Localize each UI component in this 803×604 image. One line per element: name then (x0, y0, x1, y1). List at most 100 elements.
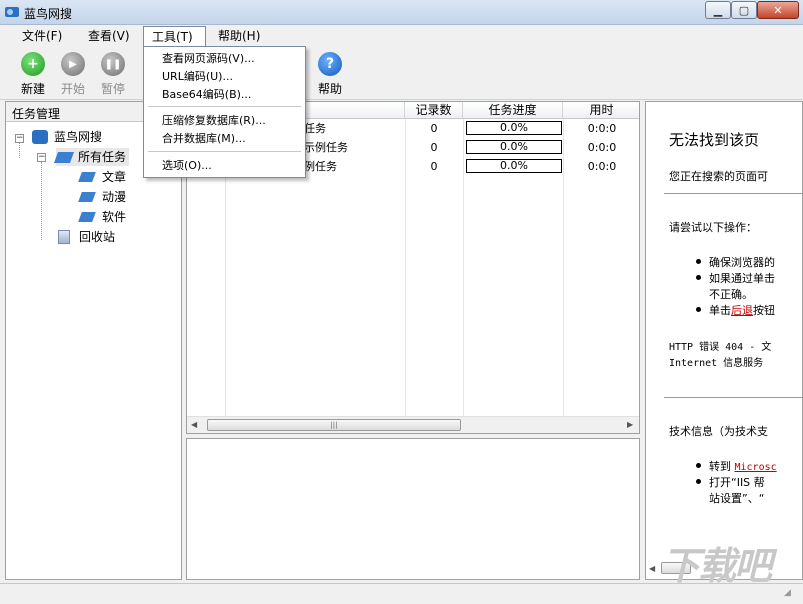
watermark: 下载吧 (662, 544, 772, 588)
tree-all-tasks-label: 所有任务 (78, 150, 127, 164)
tree-item-root[interactable]: 蓝鸟网搜 (32, 128, 102, 146)
tree-item-recycle[interactable]: 回收站 (58, 228, 115, 246)
row-progress-bar: 0.0% (466, 140, 562, 154)
tree-item-anime[interactable]: 动漫 (78, 188, 127, 206)
error-line: 您正在搜索的页面可 (669, 170, 768, 183)
scroll-right-icon[interactable]: ▶ (627, 420, 633, 429)
menu-bar: 文件(F) 查看(V) 工具(T) 帮助(H) (0, 26, 803, 47)
window-title: 蓝鸟网搜 (24, 7, 73, 21)
play-icon: ▶ (61, 52, 85, 76)
tree-root-label: 蓝鸟网搜 (54, 130, 103, 144)
suggestion-2-cont: 不正确。 (709, 288, 753, 301)
category-icon (78, 212, 96, 222)
suggestion-3-tail: 按钮 (753, 304, 775, 317)
suggestion-3: 单击后退按钮 (709, 302, 775, 318)
tree-line (41, 162, 42, 240)
start-button[interactable]: ▶ 开始 (53, 52, 93, 98)
help-label: 帮助 (317, 82, 342, 96)
grid-header-progress[interactable]: 任务进度 (463, 102, 563, 119)
divider (664, 193, 802, 194)
menu-item-base64[interactable]: Base64编码(B)... (162, 86, 251, 104)
start-label: 开始 (60, 82, 85, 96)
bullet (696, 463, 701, 468)
menu-item-options[interactable]: 选项(O)... (162, 157, 212, 175)
plus-icon: + (21, 52, 45, 76)
help-button[interactable]: ? 帮助 (310, 52, 350, 98)
resize-grip-icon[interactable]: ◢ (784, 588, 791, 598)
row-records: 0 (430, 141, 438, 154)
menu-view[interactable]: 查看(V) (80, 26, 138, 46)
menu-item-url-encode[interactable]: URL编码(U)... (162, 68, 233, 86)
row-time: 0:0:0 (587, 122, 617, 135)
detail-pane (186, 438, 640, 580)
iis-label: Internet 信息服务 (669, 358, 764, 369)
row-progress-bar: 0.0% (466, 121, 562, 135)
row-time: 0:0:0 (587, 160, 617, 173)
row-progress-bar: 0.0% (466, 159, 562, 173)
error-heading: 无法找到该页 (669, 131, 760, 149)
back-link[interactable]: 后退 (731, 304, 753, 317)
browser-pane: 无法找到该页 您正在搜索的页面可 请尝试以下操作： 确保浏览器的 如果通过单击 … (645, 101, 803, 580)
collapse-root-icon[interactable]: − (15, 134, 24, 143)
menu-tools[interactable]: 工具(T) (143, 26, 206, 47)
grid-header-time[interactable]: 用时 (563, 102, 639, 119)
menu-item-view-source[interactable]: 查看网页源码(V)... (162, 50, 255, 68)
app-bird-icon (5, 7, 19, 17)
tools-dropdown-menu: 查看网页源码(V)... URL编码(U)... Base64编码(B)... … (143, 46, 306, 178)
tree-item-all-tasks[interactable]: 所有任务 (53, 148, 130, 166)
toolbar: + 新建 ▶ 开始 ❚❚ 暂停 ? 帮助 (0, 47, 803, 100)
close-button[interactable]: ✕ (757, 1, 799, 19)
app-bird-icon (32, 130, 48, 144)
title-bar: 蓝鸟网搜 ▁ ▢ ✕ (0, 0, 803, 25)
scroll-left-icon[interactable]: ◀ (191, 420, 197, 429)
maximize-button[interactable]: ▢ (731, 1, 757, 19)
bullet (696, 479, 701, 484)
divider (664, 397, 802, 398)
http-error: HTTP 错误 404 - 文 (669, 342, 772, 353)
grid-horizontal-scrollbar[interactable]: ◀ ||| ▶ (187, 416, 639, 433)
menu-separator (148, 106, 301, 107)
tree-software-label: 软件 (102, 210, 127, 224)
grid-header-records[interactable]: 记录数 (405, 102, 463, 119)
menu-file[interactable]: 文件(F) (14, 26, 70, 46)
bullet (696, 307, 701, 312)
try-label: 请尝试以下操作： (669, 221, 757, 234)
tree-anime-label: 动漫 (102, 190, 127, 204)
menu-item-merge-db[interactable]: 合并数据库(M)... (162, 130, 246, 148)
scroll-left-icon[interactable]: ◀ (649, 564, 655, 573)
scroll-thumb[interactable]: ||| (207, 419, 461, 431)
tech-2-cont: 站设置”、“ (709, 492, 765, 505)
bullet (696, 259, 701, 264)
microsoft-link[interactable]: Microsc (735, 462, 777, 473)
tree-item-software[interactable]: 软件 (78, 208, 127, 226)
suggestion-2: 如果通过单击 (709, 272, 775, 285)
tree-line (19, 142, 20, 158)
pause-button[interactable]: ❚❚ 暂停 (93, 52, 133, 98)
row-time: 0:0:0 (587, 141, 617, 154)
menu-item-compact-db[interactable]: 压缩修复数据库(R)... (162, 112, 266, 130)
recycle-bin-icon (58, 230, 70, 244)
tree-recycle-label: 回收站 (79, 230, 116, 244)
folder-icon (53, 151, 75, 163)
tech-info: 技术信息（为技术支 (669, 425, 768, 438)
row-records: 0 (430, 160, 438, 173)
menu-separator (148, 151, 301, 152)
new-button[interactable]: + 新建 (13, 52, 53, 98)
suggestion-1: 确保浏览器的 (709, 256, 775, 269)
tech-2: 打开“IIS 帮 (709, 476, 765, 489)
tree-item-articles[interactable]: 文章 (78, 168, 126, 186)
bullet (696, 275, 701, 280)
pause-icon: ❚❚ (101, 52, 125, 76)
menu-help[interactable]: 帮助(H) (210, 26, 268, 46)
row-name: 例任务 (304, 160, 337, 173)
question-icon: ? (318, 52, 342, 76)
status-bar: ◢ (0, 583, 803, 604)
minimize-button[interactable]: ▁ (705, 1, 731, 19)
collapse-all-icon[interactable]: − (37, 153, 46, 162)
row-name: 任务 (304, 122, 326, 135)
new-label: 新建 (20, 82, 45, 96)
tech-1-text: 转到 (709, 460, 735, 473)
row-name: 示例任务 (304, 141, 348, 154)
category-icon (78, 192, 96, 202)
tech-1: 转到 Microsc (709, 458, 777, 474)
